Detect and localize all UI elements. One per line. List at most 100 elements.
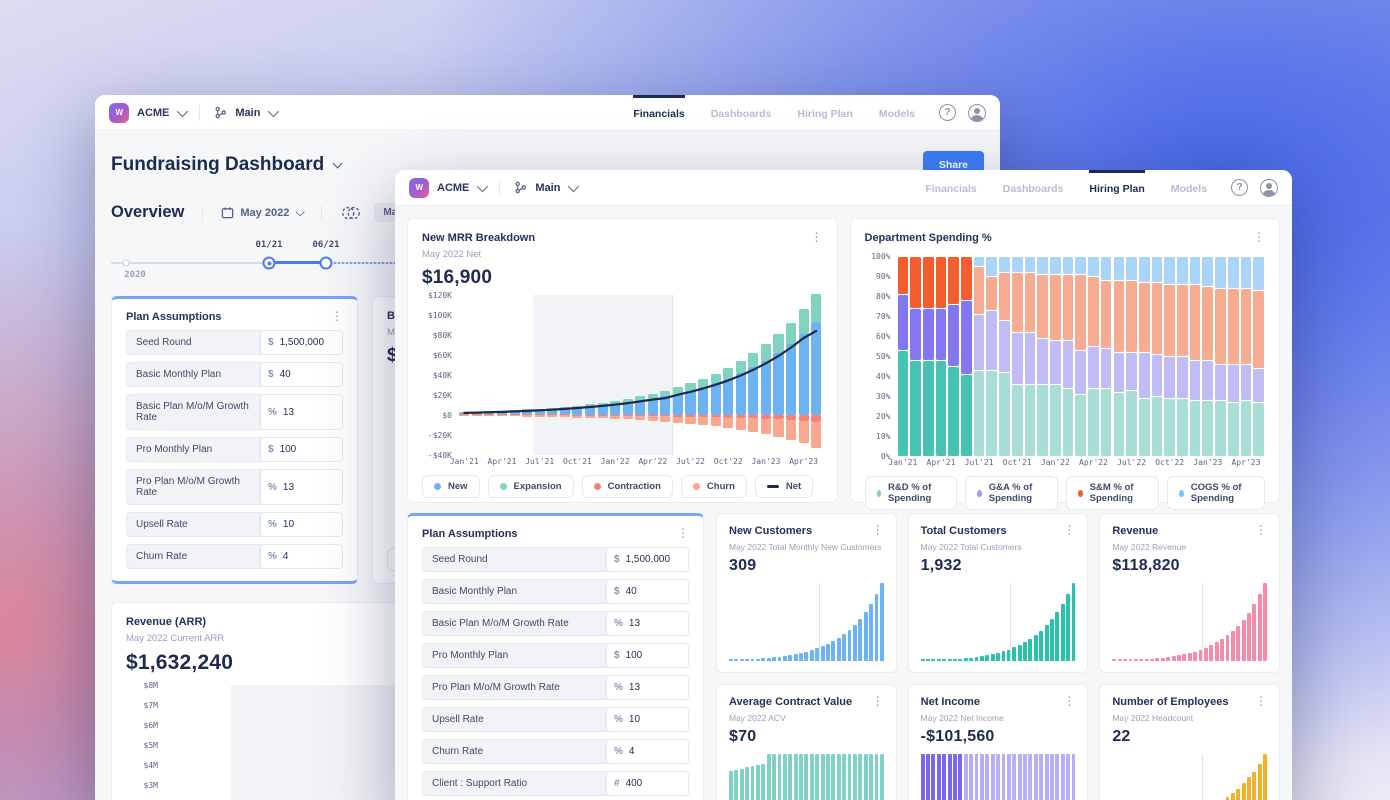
legend-item[interactable]: Expansion	[487, 475, 574, 498]
spark-bar	[1071, 583, 1076, 661]
profile-avatar[interactable]	[968, 103, 986, 122]
bar-segment	[1113, 393, 1125, 456]
assumption-row: Pro Plan M/o/M Growth Rate% 13	[422, 675, 689, 700]
assumption-row: Seed Round $1,500,000	[422, 547, 689, 572]
assumption-value-input[interactable]: % 13	[260, 395, 342, 429]
timeline-selected-range[interactable]	[269, 261, 326, 264]
spark-bar	[996, 754, 1001, 800]
help-icon[interactable]: ?	[939, 104, 956, 121]
chevron-down-icon[interactable]	[477, 180, 489, 192]
bar-segment	[1088, 277, 1099, 346]
date-filter[interactable]: May 2022	[221, 206, 305, 219]
axis-tick-label: $4M	[143, 761, 158, 770]
chevron-down-icon[interactable]	[332, 158, 343, 168]
acme-logo-icon[interactable]: W	[409, 177, 429, 198]
bar-segment	[1037, 385, 1048, 456]
y-axis: $120K $100K $80K $60K $40K $20K $0 -$20K -$40K	[422, 291, 458, 460]
spark-bar	[869, 754, 874, 800]
legend-item[interactable]: New	[422, 475, 480, 498]
spark-bar	[1263, 583, 1268, 661]
spark-bar	[826, 754, 830, 800]
assumption-label: Seed Round	[432, 554, 488, 565]
spark-bar	[1033, 635, 1038, 661]
tab-hiring-plan[interactable]: Hiring Plan	[797, 95, 852, 130]
spark-bar	[1117, 658, 1122, 661]
assumption-value-input[interactable]: $100	[606, 644, 688, 667]
axis-tick-label: Jul'22	[1117, 458, 1147, 467]
kebab-menu-icon[interactable]: ⋮	[1255, 695, 1267, 707]
spark-bar	[985, 655, 990, 661]
timeline-start-node[interactable]	[122, 259, 130, 267]
spark-bar	[1230, 793, 1235, 800]
kebab-menu-icon[interactable]: ⋮	[1253, 231, 1265, 243]
legend-item[interactable]: S&M % of Spending	[1066, 476, 1160, 510]
chevron-down-icon[interactable]	[268, 105, 280, 117]
spark-bar	[926, 658, 930, 661]
kebab-menu-icon[interactable]: ⋮	[872, 695, 884, 707]
legend-dot-marker	[1179, 489, 1184, 497]
spark-bar	[963, 754, 968, 800]
assumption-value-input[interactable]: % 10	[260, 513, 342, 536]
kebab-menu-icon[interactable]: ⋮	[331, 310, 343, 322]
branch-selector[interactable]: Main	[235, 107, 260, 119]
spark-bar	[809, 754, 814, 800]
tab-financials[interactable]: Financials	[633, 95, 685, 130]
assumption-value-input[interactable]: $40	[606, 580, 688, 603]
assumption-value-input[interactable]: % 13	[260, 470, 342, 504]
kebab-menu-icon[interactable]: ⋮	[811, 231, 823, 243]
kebab-menu-icon[interactable]: ⋮	[677, 527, 689, 539]
kebab-menu-icon[interactable]: ⋮	[1255, 524, 1267, 536]
spark-bar	[1155, 658, 1160, 661]
bar-segment	[1253, 369, 1264, 402]
assumption-value-input[interactable]: $100	[260, 438, 342, 461]
spark-bar	[1225, 635, 1230, 661]
axis-tick-label: $60K	[432, 351, 452, 360]
spark-bar	[847, 754, 852, 800]
kebab-menu-icon[interactable]: ⋮	[1063, 524, 1075, 536]
assumption-value-input[interactable]: #400	[606, 772, 688, 795]
bar-group	[1049, 256, 1062, 456]
acme-logo-icon[interactable]: W	[109, 102, 129, 123]
legend-item[interactable]: COGS % of Spending	[1167, 476, 1265, 510]
branch-selector[interactable]: Main	[535, 182, 560, 194]
compare-scenarios-icon[interactable]	[340, 205, 362, 221]
assumption-value-input[interactable]: % 13	[606, 612, 688, 635]
legend-item[interactable]: R&D % of Spending	[864, 476, 958, 510]
assumption-value-input[interactable]: $40	[260, 363, 342, 386]
profile-avatar[interactable]	[1260, 178, 1278, 197]
legend-item[interactable]: Contraction	[581, 475, 673, 498]
chevron-down-icon[interactable]	[177, 105, 189, 117]
kebab-menu-icon[interactable]: ⋮	[1063, 695, 1075, 707]
assumption-value-input[interactable]: % 4	[606, 740, 688, 763]
spark-bar	[1006, 754, 1011, 800]
assumption-value-input[interactable]: $1,500,000	[260, 331, 342, 354]
chevron-down-icon[interactable]	[568, 180, 580, 192]
spark-bar	[1257, 763, 1262, 800]
tab-models[interactable]: Models	[1171, 170, 1207, 205]
bar-group	[922, 256, 935, 456]
spark-bar	[788, 655, 793, 661]
bar-group	[909, 256, 922, 456]
tab-dashboards[interactable]: Dashboards	[711, 95, 772, 130]
assumption-value-input[interactable]: % 13	[606, 676, 688, 699]
kebab-menu-icon[interactable]: ⋮	[872, 524, 884, 536]
legend-item[interactable]: Churn	[680, 475, 747, 498]
workspace-name[interactable]: ACME	[137, 107, 169, 119]
spark-bar	[761, 658, 766, 661]
tab-models[interactable]: Models	[879, 95, 915, 130]
workspace-name[interactable]: ACME	[437, 182, 469, 194]
assumption-value-input[interactable]: % 4	[260, 545, 342, 568]
spark-bar	[874, 594, 879, 661]
timeline-handle-end[interactable]	[319, 256, 333, 270]
card-title: Total Customers	[920, 525, 1007, 537]
legend-item[interactable]: Net	[754, 475, 814, 498]
bar-segment	[1075, 257, 1087, 274]
tab-financials[interactable]: Financials	[925, 170, 976, 205]
help-icon[interactable]: ?	[1231, 179, 1248, 196]
tab-dashboards[interactable]: Dashboards	[1003, 170, 1064, 205]
assumption-value-input[interactable]: % 10	[606, 708, 688, 731]
timeline-handle-start[interactable]	[262, 256, 276, 270]
assumption-value-input[interactable]: $1,500,000	[606, 548, 688, 571]
tab-hiring-plan[interactable]: Hiring Plan	[1089, 170, 1145, 205]
legend-item[interactable]: G&A % of Spending	[965, 476, 1059, 510]
